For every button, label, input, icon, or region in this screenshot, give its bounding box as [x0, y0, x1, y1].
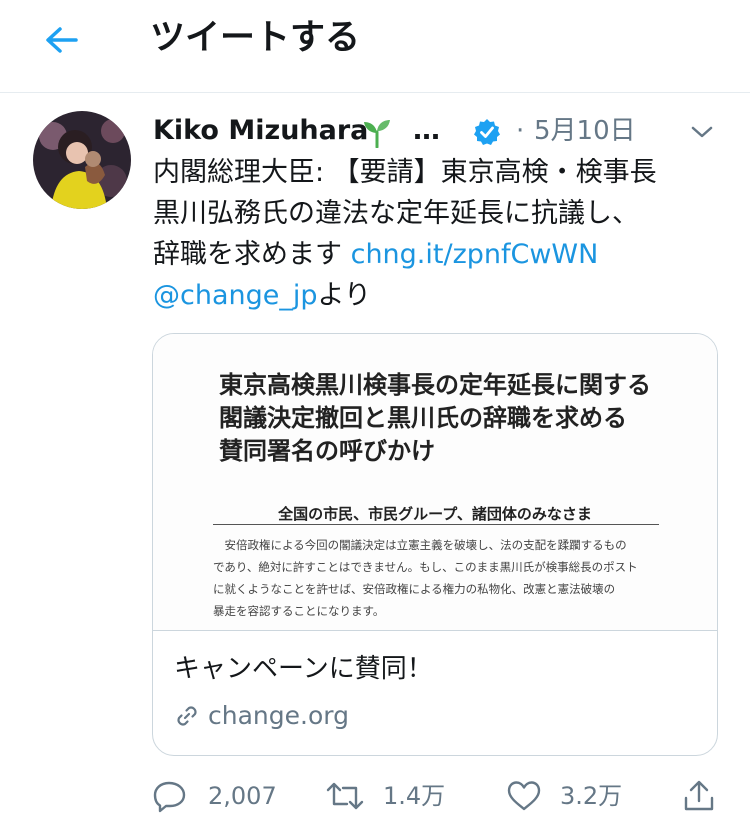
meta-separator: ·	[516, 116, 525, 146]
author-name[interactable]: Kiko Mizuhara	[153, 112, 368, 150]
avatar[interactable]	[33, 111, 131, 209]
tweet-text-line: 内閣総理大臣: 【要請】東京高検・検事長	[153, 157, 657, 188]
card-image: 東京高検黒川検事長の定年延長に関する 閣議決定撤回と黒川氏の辞職を求める 賛同署…	[153, 334, 717, 631]
card-title: キャンペーンに賛同！	[174, 654, 433, 684]
mention-link[interactable]: @change_jp	[153, 280, 318, 311]
retweet-icon	[326, 782, 364, 810]
retweet-count: 1.4万	[383, 782, 446, 810]
back-button[interactable]	[38, 20, 86, 60]
mention-suffix: より	[317, 280, 371, 311]
card-image-subheading: 全国の市民、市民グループ、諸団体のみなさま	[278, 505, 592, 523]
tweet-text-line: @change_jpより	[153, 275, 733, 316]
card-image-body: 安倍政権による今回の閣議決定は立憲主義を破壊し、法の支配を蹂躙するもの であり、…	[213, 534, 663, 622]
top-bar: ツイートする	[0, 0, 750, 93]
sprout-icon	[364, 120, 390, 148]
share-icon	[684, 780, 714, 811]
tweet-text: 内閣総理大臣: 【要請】東京高検・検事長 黒川弘務氏の違法な定年延長に抗議し、 …	[153, 152, 733, 316]
verified-badge-icon	[474, 119, 500, 145]
tweet-menu-button[interactable]	[689, 122, 715, 142]
card-image-title-line: 閣議決定撤回と黒川氏の辞職を求める	[219, 403, 627, 432]
chevron-down-icon	[691, 126, 713, 138]
tweet-link[interactable]: chng.it/zpnfCwWN	[351, 239, 599, 270]
like-button[interactable]: 3.2万	[506, 775, 636, 819]
card-image-body-line: 安倍政権による今回の閣議決定は立憲主義を破壊し、法の支配を蹂躙するもの	[213, 538, 627, 552]
share-button[interactable]	[681, 775, 717, 819]
card-image-body-line: に就くようなことを許せば、安倍政権による権力の私物化、改憲と憲法破壊の	[213, 582, 616, 596]
card-image-body-line: 暴走を容認することになります。	[213, 604, 385, 618]
tweet-actions: 2,007 1.4万 3.2万	[0, 775, 750, 819]
page-title: ツイートする	[150, 18, 361, 58]
like-count: 3.2万	[560, 782, 623, 810]
like-icon	[507, 781, 541, 811]
card-image-divider	[213, 524, 659, 525]
retweet-button[interactable]: 1.4万	[325, 775, 455, 819]
reply-button[interactable]: 2,007	[152, 775, 282, 819]
card-image-body-line: であり、絶対に許すことはできません。もし、このまま黒川氏が検事総長のポスト	[213, 560, 638, 574]
back-arrow-icon	[46, 27, 78, 53]
tweet-date[interactable]: 5月10日	[534, 112, 636, 150]
link-icon	[177, 706, 197, 726]
name-truncation: …	[413, 115, 440, 146]
tweet-text-line: 辞職を求めます chng.it/zpnfCwWN	[153, 234, 733, 275]
tweet-text-line: 黒川弘務氏の違法な定年延長に抗議し、	[153, 198, 639, 229]
card-image-title-line: 東京高検黒川検事長の定年延長に関する	[219, 370, 651, 399]
reply-icon	[153, 781, 186, 813]
tweet-meta: Kiko Mizuhara … · 5月10日	[153, 112, 743, 150]
card-domain: change.org	[208, 701, 349, 730]
reply-count: 2,007	[208, 782, 277, 810]
card-image-title-line: 賛同署名の呼びかけ	[219, 436, 435, 465]
tweet-text-fragment: 辞職を求めます	[153, 239, 351, 270]
link-card[interactable]: 東京高検黒川検事長の定年延長に関する 閣議決定撤回と黒川氏の辞職を求める 賛同署…	[152, 333, 718, 756]
card-image-title: 東京高検黒川検事長の定年延長に関する 閣議決定撤回と黒川氏の辞職を求める 賛同署…	[219, 368, 651, 467]
